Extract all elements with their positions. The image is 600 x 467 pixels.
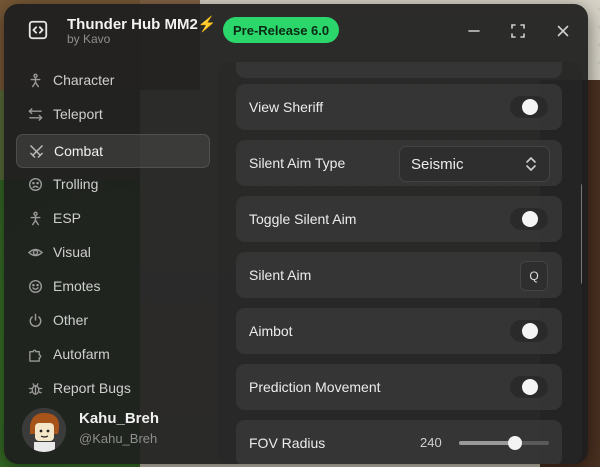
- sidebar-item-teleport[interactable]: Teleport: [16, 98, 208, 130]
- sidebar-item-label: Report Bugs: [53, 380, 131, 396]
- sidebar-item-emotes[interactable]: Emotes: [16, 270, 208, 302]
- app-subtitle: by Kavo: [67, 32, 111, 46]
- thunder-hub-window: Thunder Hub MM2⚡ by Kavo Pre-Release 6.0: [4, 4, 588, 464]
- sidebar-item-label: Emotes: [53, 278, 101, 294]
- fov-radius-row: FOV Radius 240: [236, 420, 562, 464]
- sidebar-item-label: Combat: [54, 143, 104, 159]
- user-name: Kahu_Breh: [79, 410, 160, 427]
- toggle-silent-aim-row: Toggle Silent Aim: [236, 196, 562, 242]
- view-sheriff-label: View Sheriff: [249, 99, 324, 115]
- slider-fill: [459, 441, 515, 445]
- toggle-silent-aim-label: Toggle Silent Aim: [249, 211, 357, 227]
- prediction-movement-row: Prediction Movement: [236, 364, 562, 410]
- sidebar-item-label: ESP: [53, 210, 82, 226]
- close-icon: [557, 25, 569, 37]
- aimbot-row: Aimbot: [236, 308, 562, 354]
- sidebar-item-label: Character: [53, 72, 115, 88]
- sidebar: Character Teleport Combat Trolling ESP V…: [4, 64, 219, 404]
- prediction-movement-toggle[interactable]: [510, 376, 548, 398]
- arrows-swap-icon: [26, 105, 44, 123]
- aimbot-toggle[interactable]: [510, 320, 548, 342]
- silent-aim-type-row: Silent Aim Type Seismic: [236, 140, 562, 186]
- minimize-button[interactable]: [463, 20, 485, 42]
- version-badge: Pre-Release 6.0: [223, 17, 340, 43]
- puzzle-icon: [26, 345, 44, 363]
- dropdown-value: Seismic: [411, 156, 464, 173]
- app-title: Thunder Hub MM2⚡: [67, 16, 217, 33]
- prediction-movement-label: Prediction Movement: [249, 379, 381, 395]
- silent-aim-row: Silent Aim Q: [236, 252, 562, 298]
- code-icon: [24, 16, 52, 44]
- minimize-icon: [468, 30, 480, 32]
- avatar: [22, 408, 66, 452]
- sidebar-item-label: Autofarm: [53, 346, 110, 362]
- user-profile: Kahu_Breh @Kahu_Breh: [22, 404, 222, 456]
- sidebar-item-other[interactable]: Other: [16, 304, 208, 336]
- power-icon: [26, 311, 44, 329]
- person-icon: [26, 71, 44, 89]
- scrollbar[interactable]: [581, 184, 582, 284]
- settings-row-partial: [236, 62, 562, 78]
- slider-thumb[interactable]: [507, 436, 522, 450]
- fov-radius-label: FOV Radius: [249, 435, 326, 451]
- sidebar-item-autofarm[interactable]: Autofarm: [16, 338, 208, 370]
- sidebar-item-label: Trolling: [53, 176, 99, 192]
- sidebar-item-report-bugs[interactable]: Report Bugs: [16, 372, 208, 404]
- silent-aim-type-dropdown[interactable]: Seismic: [399, 146, 550, 182]
- user-handle: @Kahu_Breh: [79, 431, 158, 446]
- maximize-button[interactable]: [507, 20, 529, 42]
- sidebar-item-label: Teleport: [53, 106, 103, 122]
- fov-radius-slider[interactable]: [459, 436, 549, 450]
- silent-aim-type-label: Silent Aim Type: [249, 155, 346, 171]
- sidebar-item-visual[interactable]: Visual: [16, 236, 208, 268]
- view-sheriff-row: View Sheriff: [236, 84, 562, 130]
- combat-settings-panel: View Sheriff Silent Aim Type Seismic Tog…: [218, 62, 582, 464]
- sidebar-item-combat[interactable]: Combat: [16, 134, 210, 168]
- toggle-silent-aim-toggle[interactable]: [510, 208, 548, 230]
- crossed-swords-icon: [27, 142, 45, 160]
- maximize-icon: [511, 24, 525, 38]
- sidebar-item-esp[interactable]: ESP: [16, 202, 208, 234]
- eye-icon: [26, 243, 44, 261]
- sidebar-item-label: Other: [53, 312, 89, 328]
- aimbot-label: Aimbot: [249, 323, 293, 339]
- close-button[interactable]: [552, 20, 574, 42]
- fov-radius-value: 240: [420, 435, 442, 450]
- sidebar-item-label: Visual: [53, 244, 91, 260]
- face-icon: [26, 175, 44, 193]
- silent-aim-keybind[interactable]: Q: [520, 261, 548, 291]
- chevron-up-down-icon: [526, 157, 536, 171]
- silent-aim-label: Silent Aim: [249, 267, 312, 283]
- sidebar-item-character[interactable]: Character: [16, 64, 208, 96]
- sidebar-item-trolling[interactable]: Trolling: [16, 168, 208, 200]
- bug-icon: [26, 379, 44, 397]
- emoji-icon: [26, 277, 44, 295]
- view-sheriff-toggle[interactable]: [510, 96, 548, 118]
- window-header: Thunder Hub MM2⚡ by Kavo Pre-Release 6.0: [4, 4, 588, 60]
- person-icon: [26, 209, 44, 227]
